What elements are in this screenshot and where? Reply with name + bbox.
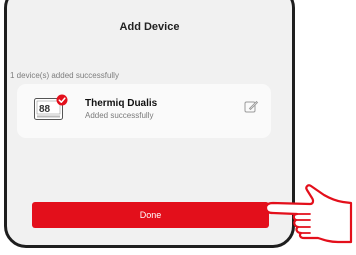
phone-frame: Add Device 1 device(s) added successfull… xyxy=(4,0,295,248)
added-count-text: 1 device(s) added successfully xyxy=(10,71,119,80)
done-button[interactable]: Done xyxy=(32,202,269,228)
checkmark-badge-icon xyxy=(56,94,68,106)
edit-icon[interactable] xyxy=(243,99,259,115)
svg-text:88: 88 xyxy=(39,104,51,115)
device-status: Added successfully xyxy=(85,111,154,120)
device-name: Thermiq Dualis xyxy=(85,98,158,109)
device-card: 88 Thermiq Dualis Added successfully xyxy=(17,84,271,138)
thermostat-icon: 88 xyxy=(34,94,68,120)
dialog-title: Add Device xyxy=(119,21,180,33)
pointing-hand-icon xyxy=(264,184,353,244)
